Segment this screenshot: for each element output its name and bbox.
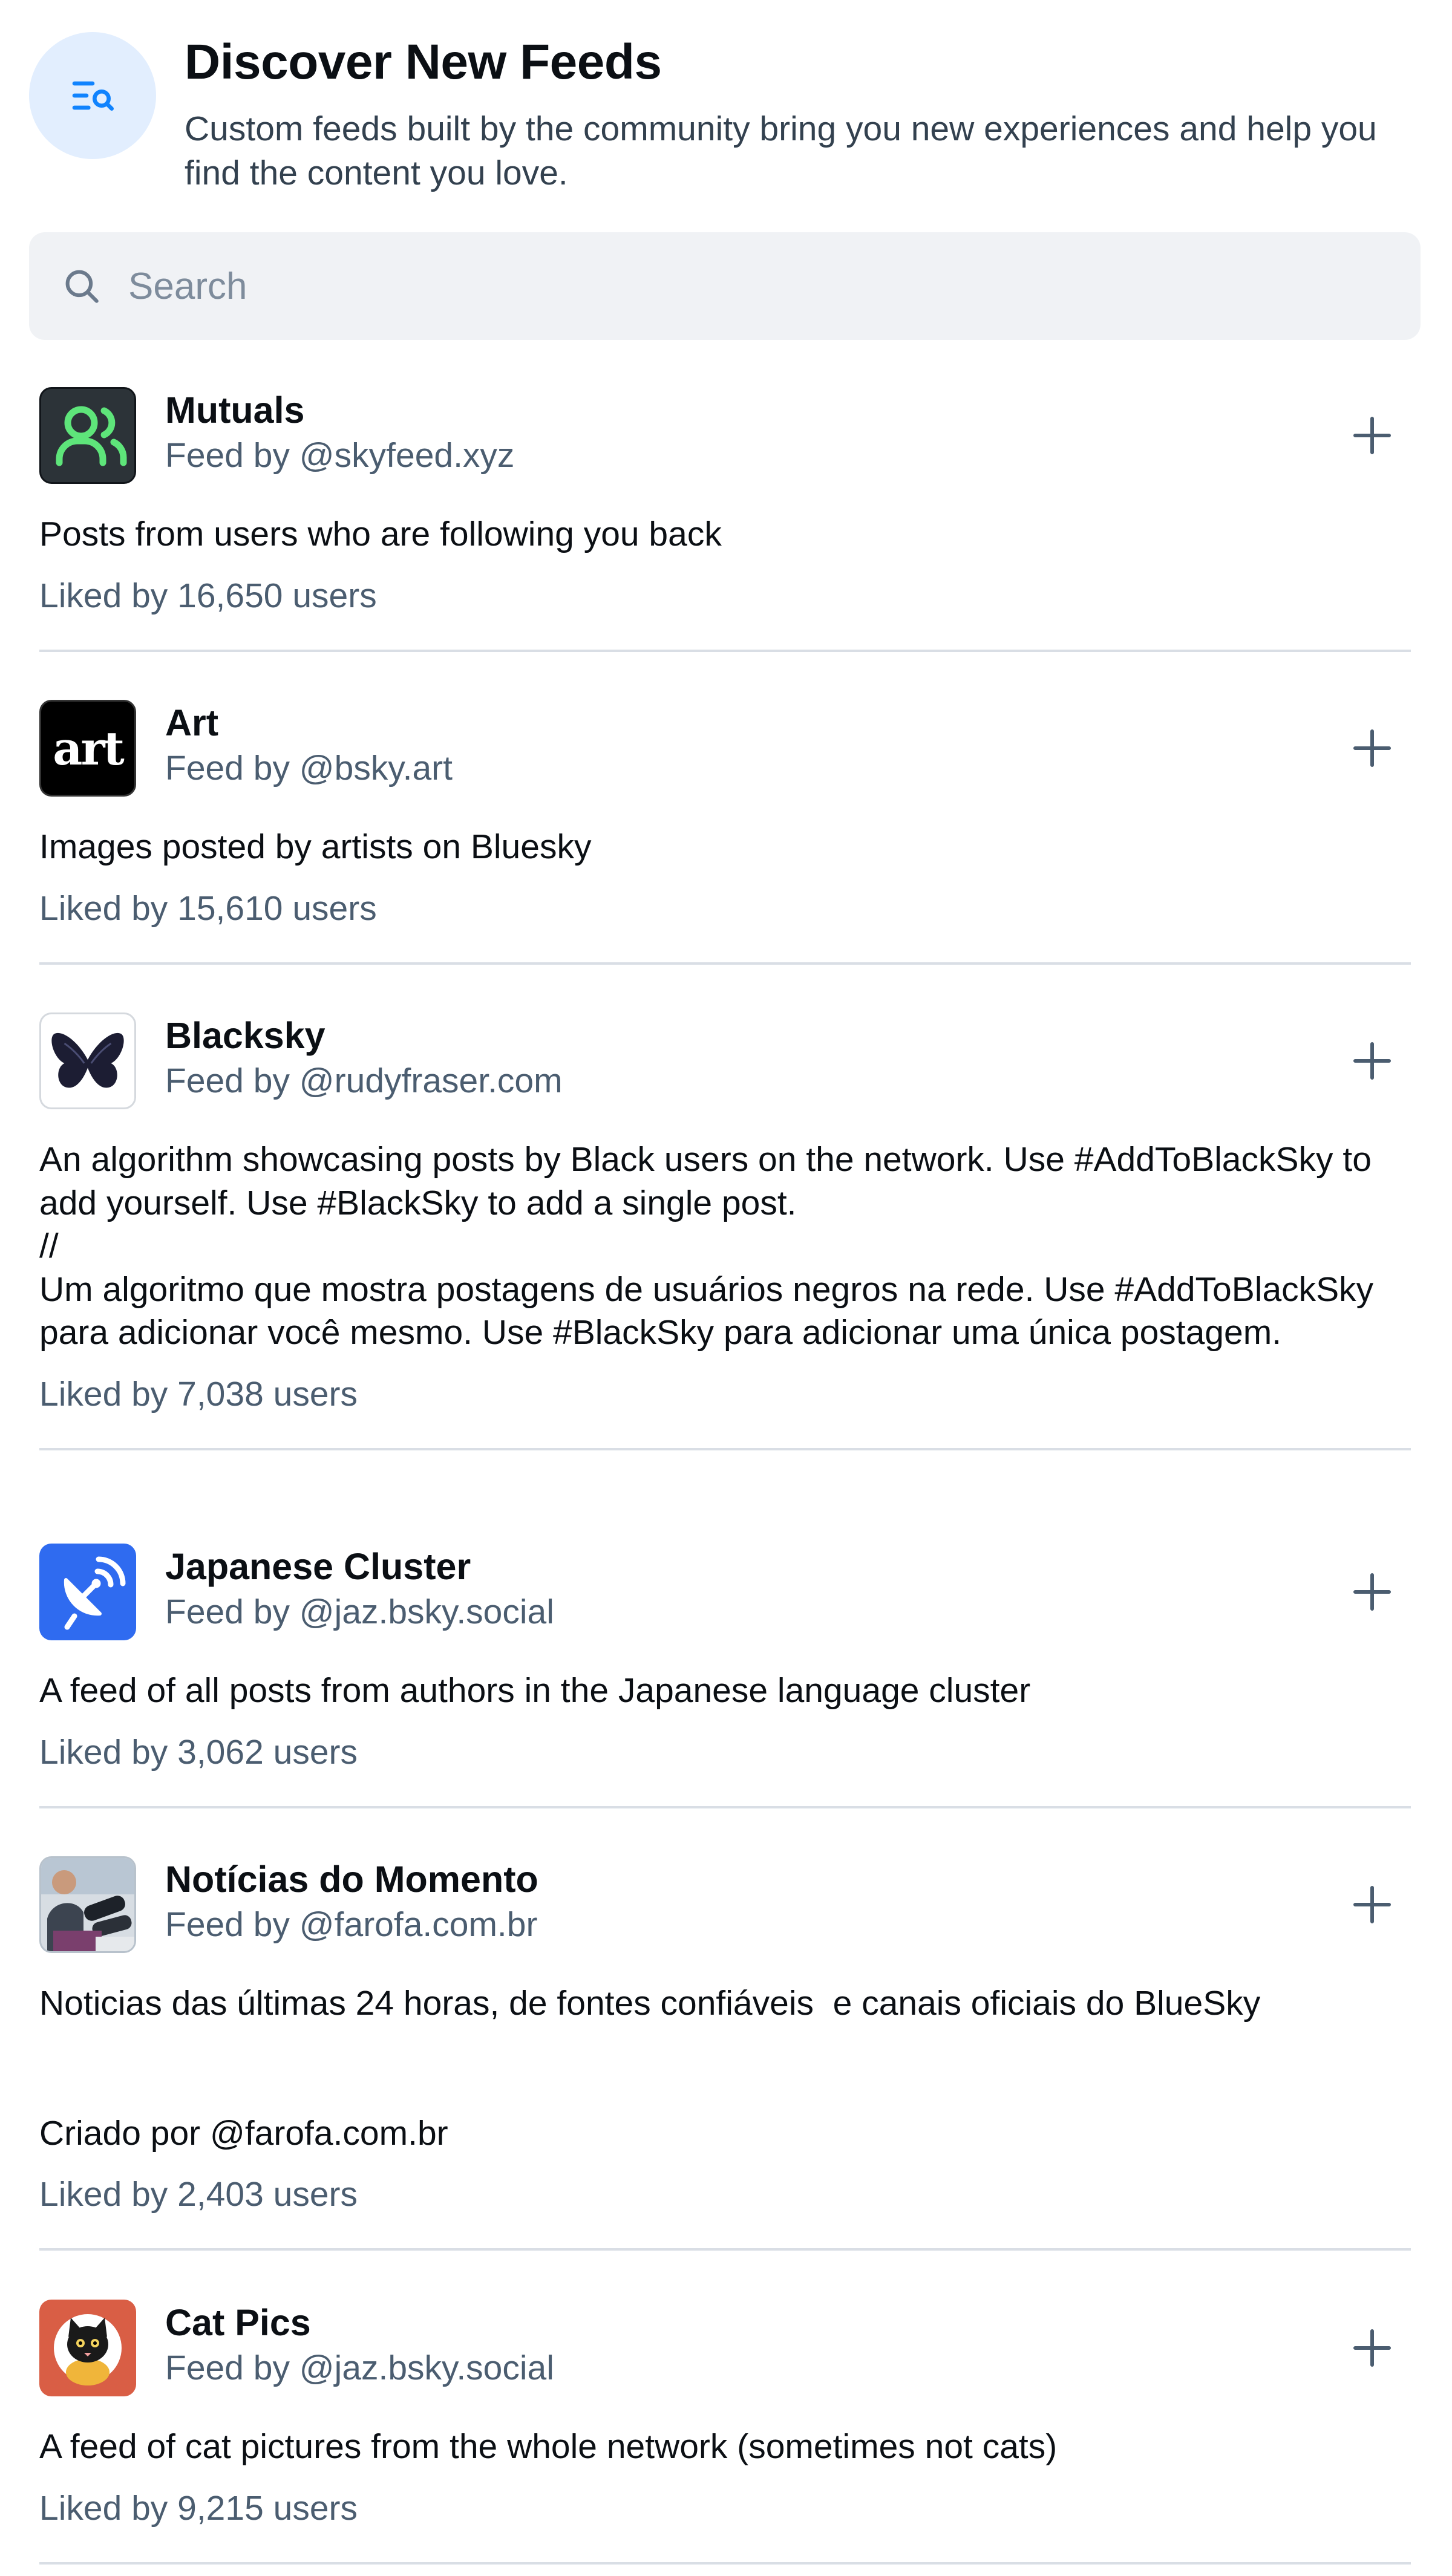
feed-likes: Liked by 2,403 users [39, 2175, 358, 2214]
feed-name: Mutuals [165, 390, 305, 431]
feed-creator[interactable]: Feed by @rudyfraser.com [165, 1060, 563, 1102]
add-feed-button[interactable] [1348, 1880, 1396, 1929]
satellite-dish-icon [39, 1544, 136, 1640]
feed-creator[interactable]: Feed by @jaz.bsky.social [165, 1591, 554, 1633]
add-feed-button[interactable] [1348, 1037, 1396, 1085]
feed-description: Posts from users who are following you b… [39, 515, 722, 553]
feed-name: Blacksky [165, 1015, 325, 1056]
feed-name: Cat Pics [165, 2302, 311, 2343]
feed-likes: Liked by 7,038 users [39, 1374, 358, 1414]
cat-icon [39, 2300, 136, 2396]
feed-card-art[interactable]: art Art Feed by @bsky.art Images posted … [39, 700, 1411, 965]
search-bar[interactable] [29, 232, 1421, 340]
feed-description: Images posted by artists on Bluesky [39, 827, 592, 866]
feed-creator[interactable]: Feed by @bsky.art [165, 747, 453, 789]
feed-likes: Liked by 16,650 users [39, 576, 377, 615]
search-icon [65, 270, 99, 303]
feed-card-blacksky[interactable]: Blacksky Feed by @rudyfraser.com An algo… [39, 1012, 1411, 1450]
add-feed-button[interactable] [1348, 411, 1396, 460]
plus-icon [1353, 1042, 1391, 1080]
users-icon [39, 387, 136, 484]
feed-card-mutuals[interactable]: Mutuals Feed by @skyfeed.xyz Posts from … [39, 387, 1411, 652]
add-feed-button[interactable] [1348, 724, 1396, 772]
plus-icon [1353, 417, 1391, 454]
feed-name: Art [165, 702, 219, 743]
news-photo-icon [39, 1856, 136, 1953]
feed-description: An algorithm showcasing posts by Black u… [39, 1140, 1374, 1352]
feed-card-noticias-do-momento[interactable]: Notícias do Momento Feed by @farofa.com.… [39, 1856, 1411, 2251]
search-input[interactable] [127, 264, 1279, 308]
feed-card-japanese-cluster[interactable]: Japanese Cluster Feed by @jaz.bsky.socia… [39, 1544, 1411, 1808]
feed-likes: Liked by 9,215 users [39, 2488, 358, 2528]
feed-name: Japanese Cluster [165, 1546, 471, 1587]
page-title: Discover New Feeds [185, 34, 662, 90]
feed-name: Notícias do Momento [165, 1859, 538, 1900]
feed-description: A feed of all posts from authors in the … [39, 1671, 1031, 1710]
feed-card-cat-pics[interactable]: Cat Pics Feed by @jaz.bsky.social A feed… [39, 2300, 1411, 2565]
plus-icon [1353, 1886, 1391, 1923]
plus-icon [1353, 729, 1391, 767]
feed-likes: Liked by 15,610 users [39, 889, 377, 928]
butterfly-icon [39, 1012, 136, 1109]
feed-likes: Liked by 3,062 users [39, 1732, 358, 1772]
art-logo-icon: art [39, 700, 136, 797]
page-subtitle: Custom feeds built by the community brin… [185, 109, 1377, 192]
add-feed-button[interactable] [1348, 1568, 1396, 1616]
plus-icon [1353, 2329, 1391, 2367]
feed-creator[interactable]: Feed by @skyfeed.xyz [165, 434, 514, 477]
feed-creator[interactable]: Feed by @farofa.com.br [165, 1903, 537, 1946]
plus-icon [1353, 1573, 1391, 1611]
feed-description: A feed of cat pictures from the whole ne… [39, 2427, 1058, 2466]
feed-creator[interactable]: Feed by @jaz.bsky.social [165, 2347, 554, 2389]
add-feed-button[interactable] [1348, 2324, 1396, 2372]
list-search-icon [29, 32, 156, 159]
feed-description: Noticias das últimas 24 horas, de fontes… [39, 1984, 1261, 2153]
